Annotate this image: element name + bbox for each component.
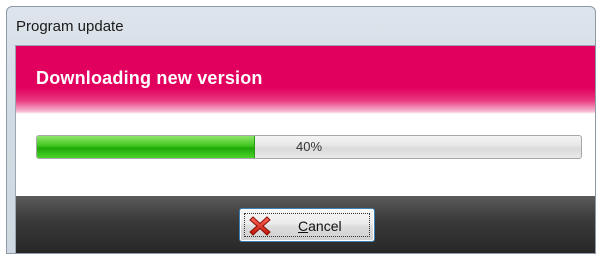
header-banner: Downloading new version <box>16 46 595 114</box>
window-title: Program update <box>16 18 124 35</box>
dialog-client-area: Downloading new version 40% Cancel <box>15 45 595 253</box>
red-x-icon <box>249 216 271 236</box>
cancel-button-label: Cancel <box>298 218 342 234</box>
progress-percent-label: 40% <box>295 139 323 154</box>
cancel-label-rest: ancel <box>308 218 342 234</box>
header-title: Downloading new version <box>36 68 263 88</box>
update-dialog-window: Program update Downloading new version 4… <box>6 6 596 254</box>
download-progress-bar: 40% <box>36 135 582 159</box>
cancel-button[interactable]: Cancel <box>239 208 375 242</box>
dialog-footer: Cancel <box>16 196 595 253</box>
cancel-mnemonic: C <box>298 218 309 234</box>
window-titlebar[interactable]: Program update <box>7 7 595 45</box>
